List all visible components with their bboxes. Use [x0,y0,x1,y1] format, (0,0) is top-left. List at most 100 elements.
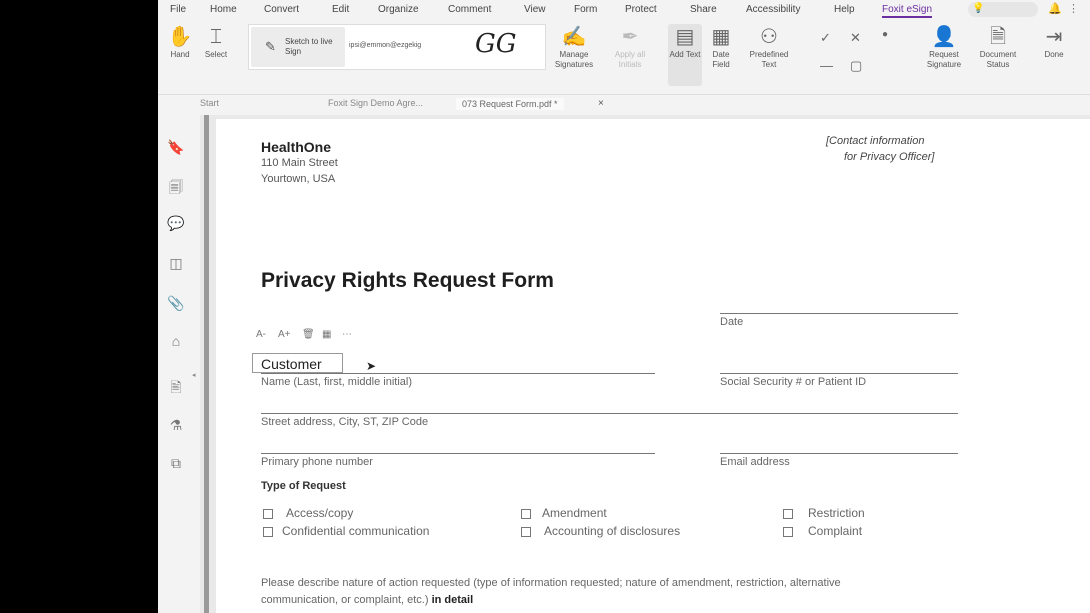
ssn-field-line[interactable] [720,373,958,374]
email-field-line[interactable] [720,453,958,454]
checkbox-complaint[interactable] [783,527,793,537]
menu-file[interactable]: File [170,4,186,15]
describe-text: communication, or complaint, etc.) [261,594,429,606]
menu-share[interactable]: Share [690,4,717,15]
checkbox-accounting-of-disclosures[interactable] [521,527,531,537]
describe-instructions-line1: Please describe nature of action request… [261,577,841,589]
more-icon[interactable]: ⋮ [1068,2,1079,15]
layers-icon[interactable]: ◫ [166,255,186,275]
properties-icon[interactable]: ▦ [322,329,331,340]
document-tabs: Start Foxit Sign Demo Agre... 073 Reques… [158,95,1090,115]
contact-info-line1: [Contact information [826,135,925,147]
tab-request-form[interactable]: 073 Request Form.pdf * [456,98,564,110]
org-address-line1: 110 Main Street [261,157,338,169]
menu-edit[interactable]: Edit [332,4,349,15]
hand-tool-button[interactable]: ✋ Hand [160,24,200,60]
menu-form[interactable]: Form [574,4,597,15]
request-signature-button[interactable]: 👤 Request Signature [918,24,970,70]
option-confidential-communication: Confidential communication [282,524,430,538]
bookmark-icon[interactable]: 🔖 [166,139,186,159]
predefined-text-button[interactable]: ⚇ Predefined Text [744,24,794,70]
date-field-label: Date Field [712,50,730,69]
document-status-button[interactable]: 🗎 Document Status [972,24,1024,70]
pages-icon[interactable]: 🗐 [166,177,186,197]
mouse-cursor-icon: ➤ [366,359,377,373]
option-complaint: Complaint [808,524,863,538]
more-options-icon[interactable]: ⋯ [342,329,352,340]
checkmark-tool[interactable]: ✓ [820,30,831,46]
menu-help[interactable]: Help [834,4,855,15]
document-scrollbar[interactable] [204,115,209,613]
close-tab-icon[interactable]: × [598,98,604,109]
date-field-line[interactable] [720,313,958,314]
sketch-to-sign-label: Sketch to live Sign [285,37,333,56]
menu-home[interactable]: Home [210,4,237,15]
form-title: Privacy Rights Request Form [261,269,554,292]
type-of-request-heading: Type of Request [261,480,346,492]
signature-panel: ✎ Sketch to live Sign ipsi@emmon@ezgekig… [248,24,546,70]
form-fields-icon[interactable]: 🖹 [166,377,186,397]
menu-convert[interactable]: Convert [264,4,299,15]
address-field-line[interactable] [261,413,958,414]
date-label: Date [720,316,744,328]
lightbulb-icon: 💡 [972,3,985,14]
add-text-icon: ▤ [675,26,695,48]
increase-font-button[interactable]: A+ [278,329,291,340]
sign-icon[interactable]: ⚗ [166,417,186,437]
initials-signature[interactable]: GG [475,29,517,59]
box-tool[interactable]: ▢ [850,58,862,74]
add-text-button[interactable]: ▤ Add Text [668,24,702,86]
pen-icon: ✎ [265,39,276,54]
pdf-page: HealthOne 110 Main Street Yourtown, USA … [216,119,1090,613]
done-button[interactable]: ⇥ Done [1034,24,1074,60]
dot-tool[interactable]: ● [882,29,888,40]
menu-comment[interactable]: Comment [448,4,491,15]
exit-icon: ⇥ [1045,26,1063,48]
select-tool-button[interactable]: ⌶ Select [196,24,236,60]
checkbox-confidential-communication[interactable] [263,527,273,537]
sketch-to-sign-button[interactable]: ✎ Sketch to live Sign [251,27,345,67]
signature-email[interactable]: ipsi@emmon@ezgekig [349,42,421,49]
decrease-font-button[interactable]: A- [256,329,266,340]
apply-initials-button[interactable]: ✒ Apply all Initials [608,24,652,70]
date-field-button[interactable]: ▦ Date Field [704,24,738,70]
comments-icon[interactable]: 💬 [166,215,186,235]
document-status-label: Document Status [979,50,1017,69]
checkbox-restriction[interactable] [783,509,793,519]
checkbox-access-copy[interactable] [263,509,273,519]
menu-search-box[interactable]: 💡 [968,2,1038,17]
screen: File Home Convert Edit Organize Comment … [0,0,1090,613]
phone-label: Primary phone number [261,456,373,468]
security-icon[interactable]: ⌂ [166,333,186,353]
tab-start[interactable]: Start [200,98,219,108]
option-amendment: Amendment [542,506,607,520]
menu-organize[interactable]: Organize [378,4,419,15]
name-field-line[interactable] [261,373,655,374]
option-restriction: Restriction [808,506,865,520]
date-field-icon: ▦ [711,26,731,48]
describe-bold-text: in detail [431,594,474,606]
menu-protect[interactable]: Protect [625,4,657,15]
line-tool[interactable]: — [820,58,833,73]
menu-view[interactable]: View [524,4,546,15]
delete-icon[interactable]: 🗑 [302,329,315,340]
menu-accessibility[interactable]: Accessibility [746,4,800,15]
attachment-icon[interactable]: 📎 [166,295,186,315]
done-label: Done [1044,50,1064,59]
checkbox-amendment[interactable] [521,509,531,519]
apply-initials-icon: ✒ [621,26,639,48]
phone-field-line[interactable] [261,453,655,454]
collapse-arrow-icon[interactable]: ◂ [192,371,196,379]
contact-info-line2: for Privacy Officer] [844,151,935,163]
manage-signatures-button[interactable]: ✍ Manage Signatures [552,24,596,70]
manage-signature-icon: ✍ [561,26,587,48]
customer-text-box[interactable]: Customer [252,353,343,373]
notification-icon[interactable]: 🔔 [1048,2,1062,15]
menu-foxit-esign[interactable]: Foxit eSign [882,4,933,18]
tab-foxit-sign-demo[interactable]: Foxit Sign Demo Agre... [328,98,423,108]
cross-tool[interactable]: ✕ [850,30,861,46]
add-text-label: Add Text [669,50,701,59]
menu-bar: File Home Convert Edit Organize Comment … [158,0,1090,20]
compare-icon[interactable]: ⧉ [166,455,186,475]
manage-signatures-label: Manage Signatures [554,50,594,69]
